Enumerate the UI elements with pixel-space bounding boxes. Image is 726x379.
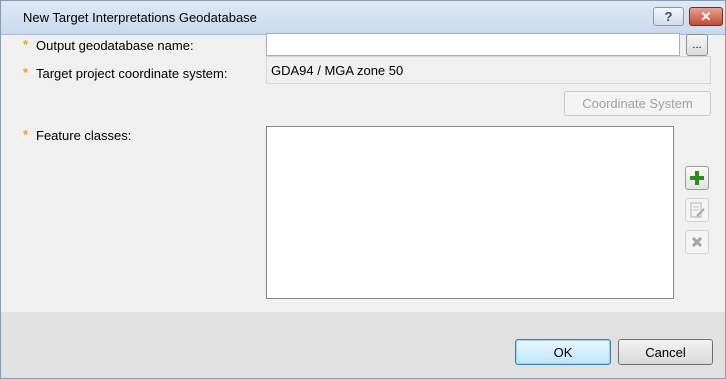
title-bar[interactable]: New Target Interpretations Geodatabase ?… [1, 1, 725, 35]
help-button[interactable]: ? [653, 7, 684, 26]
output-name-input[interactable] [266, 33, 680, 56]
remove-feature-class-button[interactable] [685, 230, 709, 254]
browse-button[interactable]: ... [686, 34, 708, 56]
close-button[interactable]: ✕ [689, 7, 723, 26]
required-asterisk: * [23, 37, 29, 52]
ellipsis-icon: ... [692, 39, 702, 51]
dialog-footer: OK Cancel [1, 312, 725, 378]
coord-system-value: GDA94 / MGA zone 50 [266, 56, 711, 84]
edit-feature-class-button[interactable] [685, 198, 709, 222]
coord-system-label: Target project coordinate system: [36, 66, 228, 81]
delete-x-icon [691, 236, 703, 248]
coordinate-system-button[interactable]: Coordinate System [564, 91, 711, 116]
cancel-button[interactable]: Cancel [618, 339, 713, 365]
required-asterisk: * [23, 65, 29, 80]
output-name-label: Output geodatabase name: [36, 38, 194, 53]
ok-button[interactable]: OK [515, 339, 611, 365]
required-asterisk: * [23, 127, 29, 142]
feature-classes-label: Feature classes: [36, 128, 132, 143]
help-icon: ? [664, 9, 673, 24]
feature-classes-list[interactable] [266, 126, 674, 299]
window-title: New Target Interpretations Geodatabase [23, 10, 257, 25]
close-icon: ✕ [700, 8, 712, 24]
edit-document-icon [690, 202, 705, 218]
plus-icon [690, 171, 704, 185]
dialog-content: * Output geodatabase name: ... * Target … [1, 33, 725, 312]
dialog-window: New Target Interpretations Geodatabase ?… [0, 0, 726, 379]
add-feature-class-button[interactable] [685, 166, 709, 190]
